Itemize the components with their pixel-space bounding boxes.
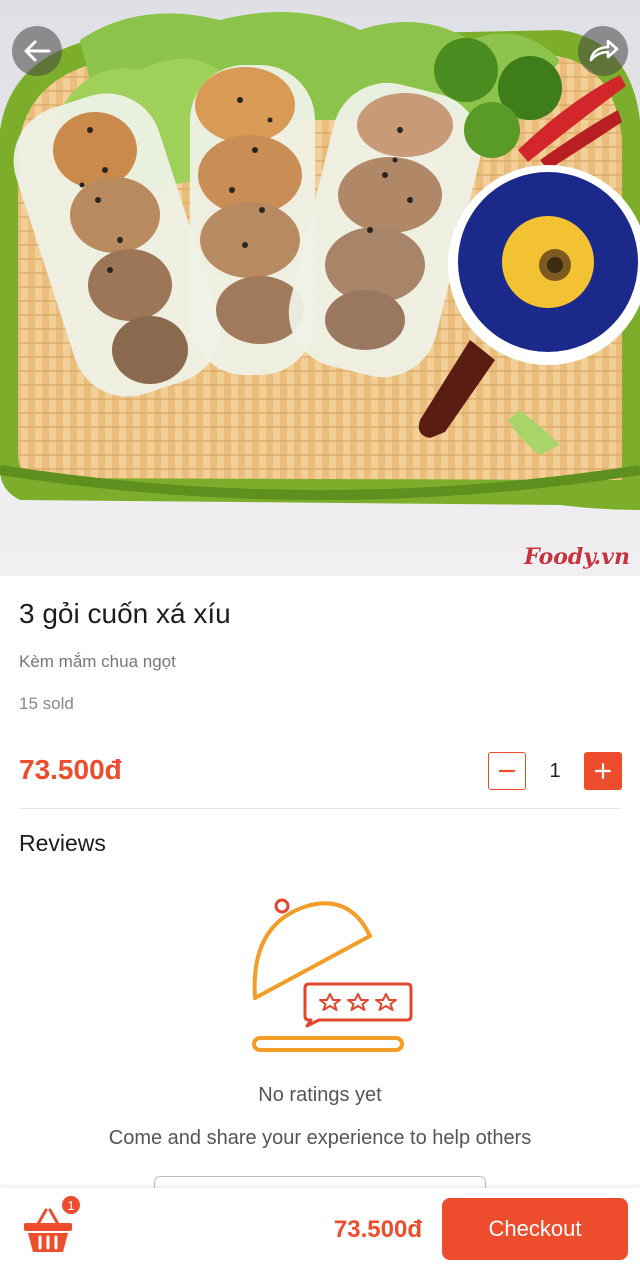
- empty-reviews-title: No ratings yet: [258, 1084, 382, 1106]
- empty-reviews-message: Come and share your experience to help o…: [108, 1127, 532, 1149]
- spring-rolls-photo: [0, 0, 640, 576]
- reviews-heading: Reviews: [19, 830, 106, 856]
- share-arrow-icon: [589, 39, 619, 62]
- arrow-left-icon: [24, 40, 51, 62]
- food-cloche-rating-icon: [245, 896, 415, 1063]
- cart-count-badge: 1: [60, 1194, 82, 1216]
- plus-icon: [594, 762, 612, 780]
- product-price: 73.500đ: [19, 754, 122, 785]
- minus-icon: [498, 769, 516, 773]
- quantity-stepper: 1: [488, 752, 622, 790]
- back-button[interactable]: [12, 26, 62, 76]
- checkout-button[interactable]: Checkout: [442, 1198, 628, 1260]
- quantity-value: 1: [549, 759, 561, 782]
- section-divider: [19, 808, 621, 809]
- decrease-quantity-button[interactable]: [488, 752, 526, 790]
- sold-count: 15 sold: [19, 694, 74, 713]
- product-image: Foody.vn: [0, 0, 640, 576]
- bottom-checkout-bar: 1 73.500đ Checkout: [0, 1188, 640, 1280]
- increase-quantity-button[interactable]: [584, 752, 622, 790]
- watermark-logo: Foody.vn: [524, 544, 630, 570]
- product-title: 3 gỏi cuốn xá xíu: [19, 598, 231, 629]
- product-description: Kèm mắm chua ngọt: [19, 652, 176, 671]
- cart-total: 73.500đ: [333, 1216, 422, 1243]
- share-button[interactable]: [578, 26, 628, 76]
